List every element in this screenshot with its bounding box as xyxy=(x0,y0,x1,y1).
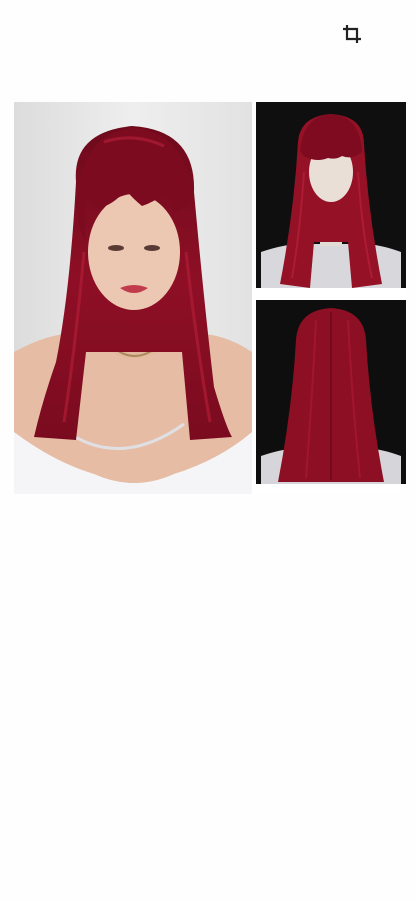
mannequin-front-photo xyxy=(256,102,406,296)
product-image[interactable] xyxy=(14,102,406,494)
mannequin-back-photo xyxy=(256,300,406,494)
model-photo xyxy=(14,102,252,494)
crop-button[interactable] xyxy=(338,20,366,48)
crop-icon xyxy=(341,23,363,45)
image-viewer-screen xyxy=(0,0,416,900)
